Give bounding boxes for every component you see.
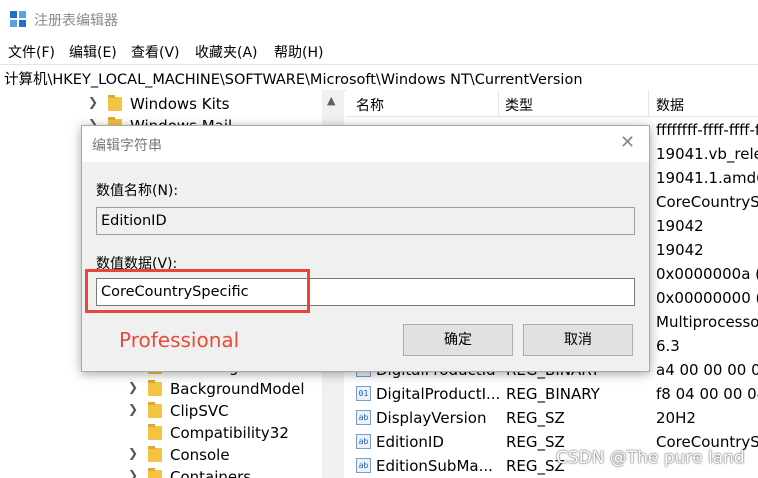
scroll-up-arrow-icon[interactable]: ▲ [327,94,335,107]
menu-file[interactable]: 文件(F) [8,42,55,62]
title-bar: 注册表编辑器 [0,0,758,38]
column-divider[interactable] [498,90,499,116]
string-value-icon: ab [356,410,371,425]
address-path[interactable]: 计算机\HKEY_LOCAL_MACHINE\SOFTWARE\Microsof… [4,68,583,89]
regedit-app-icon [10,11,26,27]
cell-data: CoreCountryS [656,193,758,211]
cell-name: EditionSubMa... [376,457,493,475]
cell-data: 19042 [656,241,704,259]
cell-data: 6.3 [656,337,680,355]
column-divider[interactable] [648,90,649,116]
value-name-field: EditionID [96,207,635,235]
dialog-body: 数值名称(N): EditionID 数值数据(V): CoreCountryS… [82,162,649,371]
menu-edit[interactable]: 编辑(E) [69,42,117,62]
cell-type: REG_SZ [506,409,565,427]
folder-icon [148,380,162,396]
window-title: 注册表编辑器 [34,13,118,29]
menu-bar: 文件(F) 编辑(E) 查看(V) 收藏夹(A) 帮助(H) [0,38,758,64]
cell-data: f8 04 00 00 04 [656,385,758,403]
folder-icon [148,468,162,478]
address-bar[interactable]: 计算机\HKEY_LOCAL_MACHINE\SOFTWARE\Microsof… [0,64,758,91]
cell-data: 19041.1.amd6 [656,169,758,187]
close-icon[interactable]: ✕ [620,132,635,153]
string-value-icon: ab [356,434,371,449]
cell-name: DisplayVersion [376,409,487,427]
cell-data: a4 00 00 00 03 [656,361,758,379]
annotation-text: Professional [119,328,240,352]
table-row[interactable]: 01 DigitalProductI... REG_BINARY f8 04 0… [346,382,758,406]
cancel-button[interactable]: 取消 [523,324,633,356]
cell-type: REG_BINARY [506,385,600,403]
folder-icon [148,424,162,440]
highlight-box [85,269,310,313]
folder-icon [148,446,162,462]
ok-button[interactable]: 确定 [403,324,513,356]
folder-icon [108,95,122,111]
cell-data: Multiprocesso [656,313,758,331]
cell-data: 19041.vb_rele [656,145,758,163]
cell-name: EditionID [376,433,444,451]
cell-name: DigitalProductI... [376,385,501,403]
column-header-name[interactable]: 名称 [356,95,384,115]
folder-icon [148,402,162,418]
chevron-right-icon[interactable]: ❯ [128,468,138,478]
value-name-label: 数值名称(N): [96,183,179,199]
binary-value-icon: 01 [356,386,371,401]
tree-item-label: Compatibility32 [170,424,289,442]
table-row[interactable]: ab DisplayVersion REG_SZ 20H2 [346,406,758,430]
column-header-data[interactable]: 数据 [656,95,684,115]
dialog-title: 编辑字符串 [92,138,162,154]
chevron-right-icon[interactable]: ❯ [128,446,138,460]
tree-item-label: ClipSVC [170,402,229,420]
cell-data: 0x0000000a (1 [656,265,758,283]
chevron-right-icon[interactable]: ❯ [128,380,138,394]
chevron-right-icon[interactable]: ❯ [88,95,98,109]
column-header-type[interactable]: 类型 [505,95,533,115]
tree-item-label: Windows Kits [130,95,230,113]
tree-item-label: Console [170,446,230,464]
menu-view[interactable]: 查看(V) [131,42,180,62]
cell-data: 19042 [656,217,704,235]
menu-favorites[interactable]: 收藏夹(A) [195,42,258,62]
tree-item-label: BackgroundModel [170,380,305,398]
cell-data: 0x00000000 (0 [656,289,758,307]
chevron-right-icon[interactable]: ❯ [128,402,138,416]
menu-help[interactable]: 帮助(H) [274,42,323,62]
watermark: CSDN @The pure land [556,448,745,468]
cell-data: 20H2 [656,409,696,427]
edit-string-dialog: 编辑字符串 ✕ 数值名称(N): EditionID 数值数据(V): Core… [81,125,650,372]
list-header: 名称 类型 数据 [346,90,758,117]
tree-item-label: Containers [170,468,252,478]
string-value-icon: ab [356,458,371,473]
cell-data: ffffffff-ffff-ffff-f [656,121,758,139]
